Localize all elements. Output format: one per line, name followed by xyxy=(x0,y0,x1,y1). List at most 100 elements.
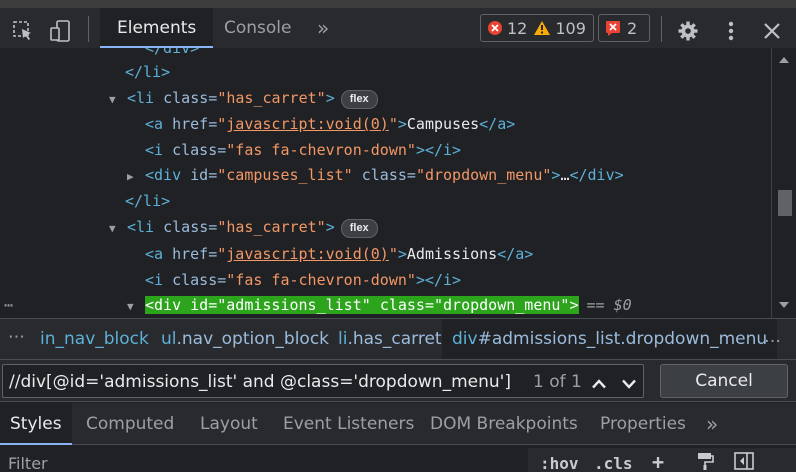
attr-name: class= xyxy=(163,89,218,107)
expand-triangle-icon[interactable]: ▼ xyxy=(127,294,145,318)
warning-count: 109 xyxy=(555,18,586,38)
tab-styles[interactable]: Styles xyxy=(0,403,72,445)
dom-node-a[interactable]: <a href="javascript:void(0)">Campuses</a… xyxy=(145,111,515,137)
attr-link[interactable]: javascript:void(0) xyxy=(226,115,389,133)
sidebar-panel-tabs: Styles Computed Layout Event Listeners D… xyxy=(0,403,796,445)
tab-elements[interactable]: Elements xyxy=(100,8,214,48)
console-counts[interactable]: 12 109 xyxy=(480,14,594,42)
attr-value: "campuses_list" xyxy=(217,166,353,184)
cancel-button[interactable]: Cancel xyxy=(660,364,788,398)
selected-dom-row[interactable]: ⋯ ▼ <div id="admissions_list" class="drop… xyxy=(0,293,771,318)
attr-name: class= xyxy=(172,271,227,289)
collapse-triangle-icon[interactable]: ▶ xyxy=(127,164,145,190)
attr-value: "fas fa-chevron-down" xyxy=(226,141,416,159)
attr-value: "dropdown_menu" xyxy=(415,166,552,184)
attr-name: class= xyxy=(361,166,416,184)
tag-close: > xyxy=(397,115,407,133)
dom-node-li[interactable]: ▼ <li class="has_carret"> flex xyxy=(109,85,378,111)
attr-name: class= xyxy=(172,141,227,159)
expand-triangle-icon[interactable]: ▼ xyxy=(109,87,127,113)
dom-node[interactable]: </li> xyxy=(125,188,170,214)
tag-close: > xyxy=(569,296,579,314)
dom-node-a[interactable]: <a href="javascript:void(0)">Admissions<… xyxy=(145,241,533,267)
breadcrumb-item-current[interactable]: div#admissions_list.dropdown_menu xyxy=(442,319,778,359)
next-match-button[interactable] xyxy=(615,370,643,398)
tag-close: > xyxy=(325,89,335,107)
styles-toolbar: :hov .cls + xyxy=(528,448,796,472)
tag-close: > xyxy=(325,218,335,236)
attr-value: "fas fa-chevron-down" xyxy=(226,271,416,289)
breadcrumb-element: ul xyxy=(161,329,177,349)
tab-console[interactable]: Console xyxy=(207,8,309,48)
dom-node-div-selected[interactable]: ▼ <div id="admissions_list" class="dropdo… xyxy=(127,293,632,318)
breadcrumb-item[interactable]: li.has_carret xyxy=(338,329,442,349)
error-icon xyxy=(488,21,502,35)
breadcrumb-scroll-left-icon[interactable]: ⋯ xyxy=(8,327,25,347)
attr-quote: " xyxy=(217,245,227,263)
chevron-up-icon xyxy=(592,379,606,389)
toolbar-divider xyxy=(88,16,89,42)
tag-end: </div> xyxy=(569,166,624,184)
breadcrumb-more[interactable]: … xyxy=(764,327,781,347)
attr-quote: " xyxy=(388,245,398,263)
search-query: //div[@id='admissions_list' and @class='… xyxy=(9,372,511,392)
dom-node-i[interactable]: <i class="fas fa-chevron-down"></i> xyxy=(145,267,461,293)
flex-badge[interactable]: flex xyxy=(340,90,378,109)
tab-dom-breakpoints[interactable]: DOM Breakpoints xyxy=(420,403,588,445)
breadcrumb-item[interactable]: in_nav_block xyxy=(40,329,149,349)
attr-quote: " xyxy=(388,115,398,133)
tag-open: <li xyxy=(127,218,155,236)
tag-close: > xyxy=(397,245,407,263)
settings-gear-icon[interactable] xyxy=(673,16,703,46)
tab-computed[interactable]: Computed xyxy=(76,403,184,445)
breadcrumb-item[interactable]: ul.nav_option_block xyxy=(161,329,329,349)
attr-name: href= xyxy=(172,245,218,263)
attr-value: "admissions_list" xyxy=(217,296,371,314)
tag-close: </li> xyxy=(125,192,171,210)
xpath-search-input[interactable]: //div[@id='admissions_list' and @class='… xyxy=(2,364,644,398)
selected-node-marker: == $0 xyxy=(586,296,632,314)
dom-node-div[interactable]: ▶ <div id="campuses_list" class="dropdown… xyxy=(127,162,624,188)
tab-event-listeners[interactable]: Event Listeners xyxy=(273,403,424,445)
attr-name: class= xyxy=(163,218,218,236)
close-icon[interactable] xyxy=(757,16,787,46)
dom-node[interactable]: </li> xyxy=(125,59,170,85)
row-more-icon[interactable]: ⋯ xyxy=(4,293,13,318)
device-toggle-icon[interactable] xyxy=(46,16,76,46)
filter-input[interactable]: Filter xyxy=(8,454,48,472)
inspect-element-icon[interactable] xyxy=(8,16,38,46)
toggle-sidebar-icon[interactable] xyxy=(734,452,754,470)
tab-properties[interactable]: Properties xyxy=(590,403,696,445)
dom-tree-scrollbar[interactable] xyxy=(771,48,796,318)
hover-state-toggle[interactable]: :hov xyxy=(540,454,579,472)
breadcrumb-class: #admissions_list.dropdown_menu xyxy=(477,329,768,349)
dom-node-i[interactable]: <i class="fas fa-chevron-down"></i> xyxy=(145,137,461,163)
breadcrumb-element: in_nav_block xyxy=(40,329,149,349)
breadcrumb-class: .nav_option_block xyxy=(176,329,330,349)
paint-roller-icon[interactable] xyxy=(696,452,714,470)
scrollbar-thumb[interactable] xyxy=(778,190,792,216)
tag-close: </div> xyxy=(145,48,200,57)
breadcrumb-element: div xyxy=(452,329,478,349)
more-panel-tabs-button[interactable]: » xyxy=(696,403,728,445)
expand-triangle-icon[interactable]: ▼ xyxy=(109,216,127,242)
tag-close: </li> xyxy=(125,63,171,81)
issues-counter[interactable]: 2 xyxy=(598,14,650,42)
tag-open: <li xyxy=(127,89,155,107)
breadcrumb: ⋯ in_nav_block ul.nav_option_block li.ha… xyxy=(0,318,796,360)
more-tabs-button[interactable]: » xyxy=(300,8,346,48)
scroll-up-icon[interactable] xyxy=(778,56,790,64)
dom-node-li[interactable]: ▼ <li class="has_carret"> flex xyxy=(109,214,378,240)
attr-link[interactable]: javascript:void(0) xyxy=(226,245,389,263)
flex-badge[interactable]: flex xyxy=(340,219,378,238)
scroll-down-icon[interactable] xyxy=(778,301,790,309)
previous-match-button[interactable] xyxy=(585,370,613,398)
tag-open: <i xyxy=(145,271,164,289)
class-toggle[interactable]: .cls xyxy=(594,454,633,472)
kebab-menu-icon[interactable] xyxy=(716,16,746,46)
new-style-rule-button[interactable]: + xyxy=(652,450,664,472)
tab-layout[interactable]: Layout xyxy=(190,403,268,445)
selected-node-highlight[interactable]: <div id="admissions_list" class="dropdow… xyxy=(145,296,579,314)
tag-end: </a> xyxy=(479,115,516,133)
styles-filter-bar: Filter :hov .cls + xyxy=(0,446,796,472)
